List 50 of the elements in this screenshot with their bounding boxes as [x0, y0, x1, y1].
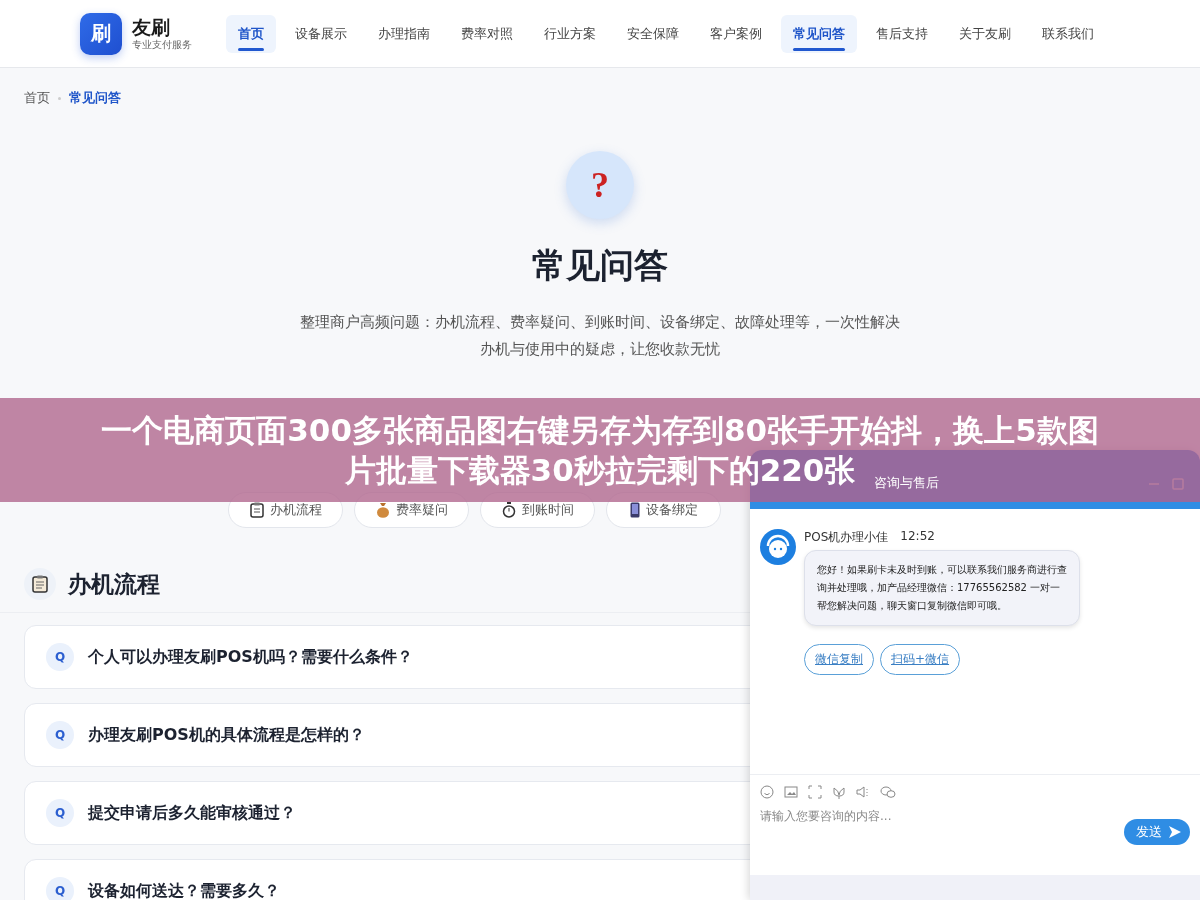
- screenshot-icon[interactable]: [808, 785, 822, 799]
- section-title: 办机流程: [68, 569, 160, 599]
- page-title: 常见问答: [532, 244, 668, 287]
- logo-mark[interactable]: 刷: [80, 12, 122, 55]
- chat-title: 咨询与售后: [874, 474, 939, 492]
- agent-avatar-icon: [760, 529, 796, 565]
- breadcrumb-link[interactable]: 首页: [24, 89, 50, 107]
- quick-reply-button[interactable]: 扫码+微信: [880, 644, 961, 675]
- nav-link[interactable]: 首页: [226, 14, 276, 53]
- question-text: 提交申请后多久能审核通过？: [88, 802, 296, 824]
- flower-icon[interactable]: [832, 785, 846, 799]
- message-input[interactable]: 请输入您要咨询的内容...: [760, 807, 1124, 825]
- money-bag-icon: [375, 502, 390, 518]
- brand-name: 友刷: [132, 15, 171, 38]
- sender-name: POS机办理小佳: [804, 529, 889, 546]
- send-icon: [1168, 825, 1182, 839]
- q-badge: Q: [46, 643, 74, 671]
- clipboard-icon: [249, 502, 264, 518]
- question-text: 设备如何送达？需要多久？: [88, 880, 280, 900]
- nav-link[interactable]: 联系我们: [1030, 14, 1106, 53]
- q-badge: Q: [46, 721, 74, 749]
- question-icon: ?: [566, 151, 634, 219]
- banner-text: 片批量下载器30秒拉完剩下的220张: [344, 451, 856, 490]
- nav-link[interactable]: 设备展示: [283, 14, 359, 53]
- phone-icon: [629, 502, 640, 518]
- nav-link[interactable]: 费率对照: [449, 14, 525, 53]
- message-bubble: 您好！如果刷卡未及时到账，可以联系我们服务商进行查询并处理哦，加产品经理微信：17765562582 一对一帮您解决问题，聊天窗口复制微信即可哦。: [804, 550, 1080, 626]
- clipboard-icon: [24, 568, 56, 600]
- nav-link[interactable]: 安全保障: [615, 14, 691, 53]
- nav-link[interactable]: 关于友刷: [947, 14, 1023, 53]
- quick-reply-button[interactable]: 微信复制: [804, 644, 874, 675]
- brand-tagline: 专业支付服务: [132, 37, 192, 52]
- wechat-icon[interactable]: [880, 785, 896, 799]
- speaker-icon[interactable]: [856, 785, 870, 799]
- nav-link[interactable]: 售后支持: [864, 14, 940, 53]
- nav-link[interactable]: 客户案例: [698, 14, 774, 53]
- stopwatch-icon: [501, 502, 516, 518]
- page-subtitle: 整理商户高频问题：办机流程、费率疑问、到账时间、设备绑定、故障处理等，一次性解决办机与使用中的疑虑，让您收款无忧: [300, 312, 900, 360]
- nav-link[interactable]: 常见问答: [781, 14, 857, 53]
- nav-link[interactable]: 行业方案: [532, 14, 608, 53]
- image-icon[interactable]: [784, 785, 798, 799]
- q-badge: Q: [46, 799, 74, 827]
- breadcrumb-link[interactable]: 常见问答: [69, 89, 121, 107]
- message-time: 12:52: [900, 529, 935, 545]
- banner-text: 一个电商页面300多张商品图右键另存为存到80张手开始抖，换上5款图: [101, 411, 1099, 450]
- q-badge: Q: [46, 877, 74, 900]
- nav-link[interactable]: 办理指南: [366, 14, 442, 53]
- question-text: 办理友刷POS机的具体流程是怎样的？: [88, 724, 365, 746]
- emoji-icon[interactable]: [760, 785, 774, 799]
- question-text: 个人可以办理友刷POS机吗？需要什么条件？: [88, 646, 413, 668]
